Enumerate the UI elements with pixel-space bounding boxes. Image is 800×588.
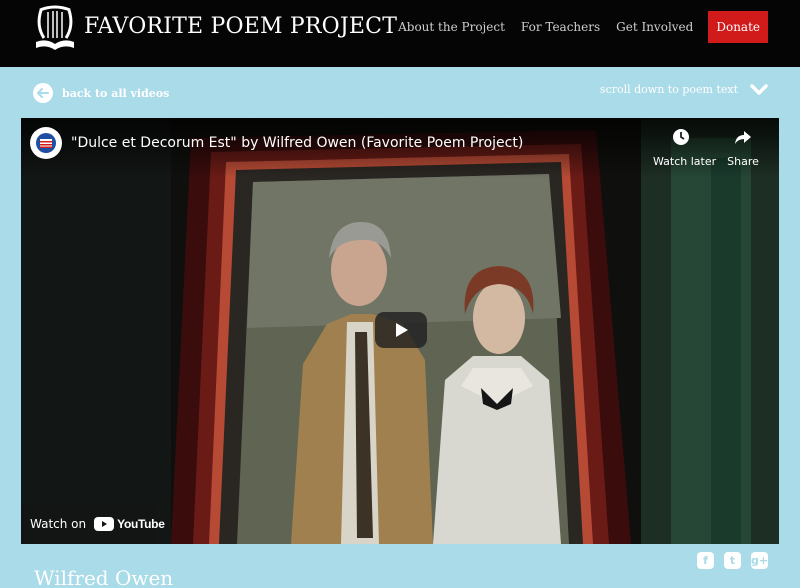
youtube-wordmark: YouTube: [117, 517, 165, 531]
site-header: FAVORITE POEM PROJECT About the Project …: [0, 0, 800, 67]
share-label: Share: [727, 155, 759, 168]
video-title[interactable]: "Dulce et Decorum Est" by Wilfred Owen (…: [71, 135, 523, 151]
share-button[interactable]: Share: [715, 127, 771, 168]
poet-name-heading: Wilfred Owen: [34, 566, 174, 588]
video-player[interactable]: "Dulce et Decorum Est" by Wilfred Owen (…: [21, 118, 779, 544]
back-link-label: back to all videos: [62, 86, 170, 100]
scroll-link-label: scroll down to poem text: [599, 83, 738, 96]
back-to-videos-link[interactable]: back to all videos: [33, 83, 169, 103]
clock-icon: [673, 129, 689, 145]
flag-shield-icon: [36, 133, 56, 153]
social-share-bar: f t g+: [687, 552, 768, 569]
chevron-down-icon: [750, 83, 768, 95]
arrow-left-icon: [33, 83, 53, 103]
nav-teachers-link[interactable]: For Teachers: [521, 11, 600, 43]
lyre-book-icon[interactable]: [32, 4, 78, 52]
watch-on-youtube-button[interactable]: Watch on YouTube: [21, 504, 165, 544]
youtube-logo: YouTube: [94, 517, 165, 531]
nav-get-involved-link[interactable]: Get Involved: [616, 11, 693, 43]
watch-on-label: Watch on: [30, 517, 87, 531]
facebook-icon[interactable]: f: [697, 552, 714, 569]
channel-avatar[interactable]: [30, 127, 62, 159]
share-arrow-icon: [735, 131, 751, 144]
scroll-to-poem-link[interactable]: scroll down to poem text: [600, 83, 768, 96]
youtube-play-icon: [94, 517, 115, 531]
donate-button[interactable]: Donate: [708, 11, 768, 43]
play-button[interactable]: [375, 312, 427, 348]
google-plus-icon[interactable]: g+: [751, 552, 768, 569]
site-title[interactable]: FAVORITE POEM PROJECT: [84, 14, 397, 39]
main-nav: About the Project For Teachers Get Invol…: [382, 11, 768, 43]
watch-later-label: Watch later: [653, 155, 717, 168]
twitter-icon[interactable]: t: [724, 552, 741, 569]
play-icon: [396, 323, 408, 337]
watch-later-button[interactable]: Watch later: [653, 127, 717, 168]
nav-about-link[interactable]: About the Project: [398, 11, 505, 43]
